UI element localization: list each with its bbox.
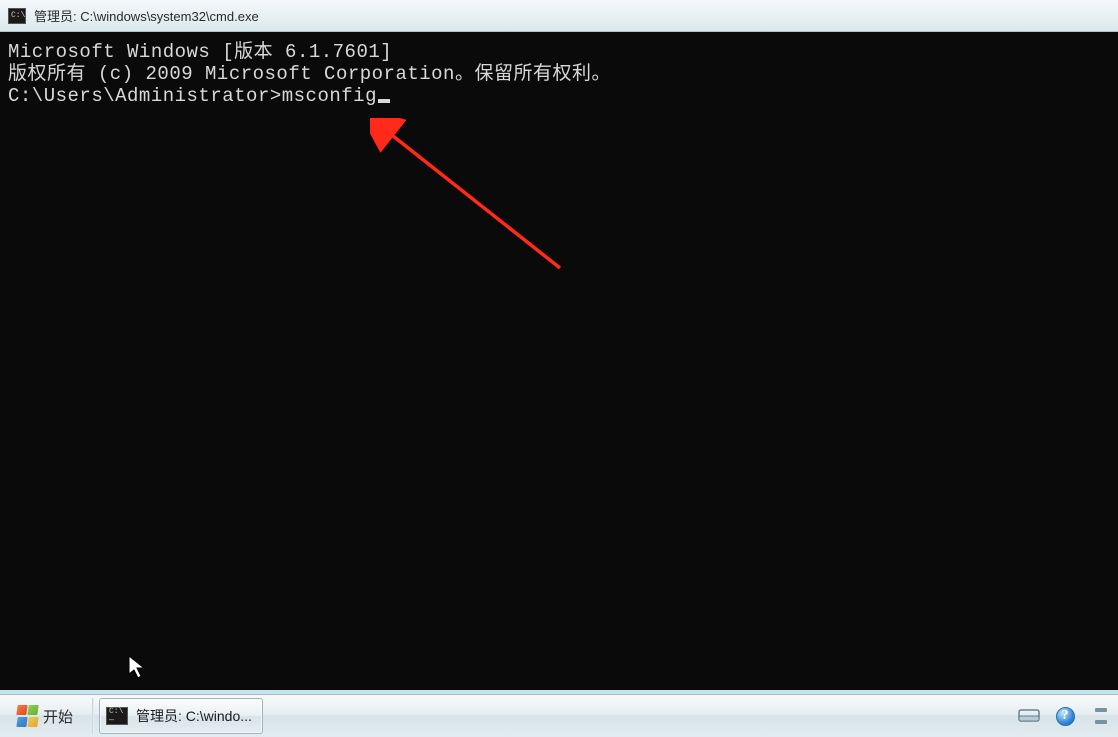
- text-cursor: [378, 99, 390, 103]
- titlebar[interactable]: C:\ 管理员: C:\windows\system32\cmd.exe: [0, 0, 1118, 32]
- terminal-body[interactable]: Microsoft Windows [版本 6.1.7601] 版权所有 (c)…: [0, 32, 1118, 690]
- help-circle-icon: ?: [1056, 707, 1075, 726]
- taskbar-separator: [92, 698, 94, 734]
- cmd-icon-text: C:\: [11, 12, 25, 20]
- prompt-text: C:\Users\Administrator>: [8, 85, 282, 107]
- help-tray-icon[interactable]: ?: [1054, 705, 1076, 727]
- help-glyph: ?: [1062, 708, 1069, 724]
- terminal-line-banner1: Microsoft Windows [版本 6.1.7601]: [8, 42, 1110, 64]
- desktop-tray-icon[interactable]: [1018, 705, 1040, 727]
- taskbar-item-label: 管理员: C:\windo...: [136, 706, 252, 726]
- taskbar-item-icon-text: C:\ —: [109, 707, 127, 725]
- terminal-line-banner2: 版权所有 (c) 2009 Microsoft Corporation。保留所有…: [8, 64, 1110, 86]
- overflow-tray-icon[interactable]: [1090, 705, 1112, 727]
- taskbar-item-cmd[interactable]: C:\ — 管理员: C:\windo...: [99, 698, 263, 734]
- cmd-icon: C:\ —: [106, 707, 128, 725]
- terminal-prompt-line: C:\Users\Administrator>msconfig: [8, 86, 1110, 108]
- taskbar: 开始 C:\ — 管理员: C:\windo... ?: [0, 694, 1118, 737]
- windows-logo-icon: [17, 705, 39, 727]
- command-text: msconfig: [282, 85, 377, 107]
- window-title: 管理员: C:\windows\system32\cmd.exe: [34, 6, 259, 25]
- system-tray: ?: [1018, 705, 1118, 727]
- cmd-window: C:\ 管理员: C:\windows\system32\cmd.exe Mic…: [0, 0, 1118, 690]
- start-label: 开始: [43, 706, 73, 727]
- start-button[interactable]: 开始: [0, 695, 90, 737]
- cmd-icon: C:\: [8, 8, 26, 24]
